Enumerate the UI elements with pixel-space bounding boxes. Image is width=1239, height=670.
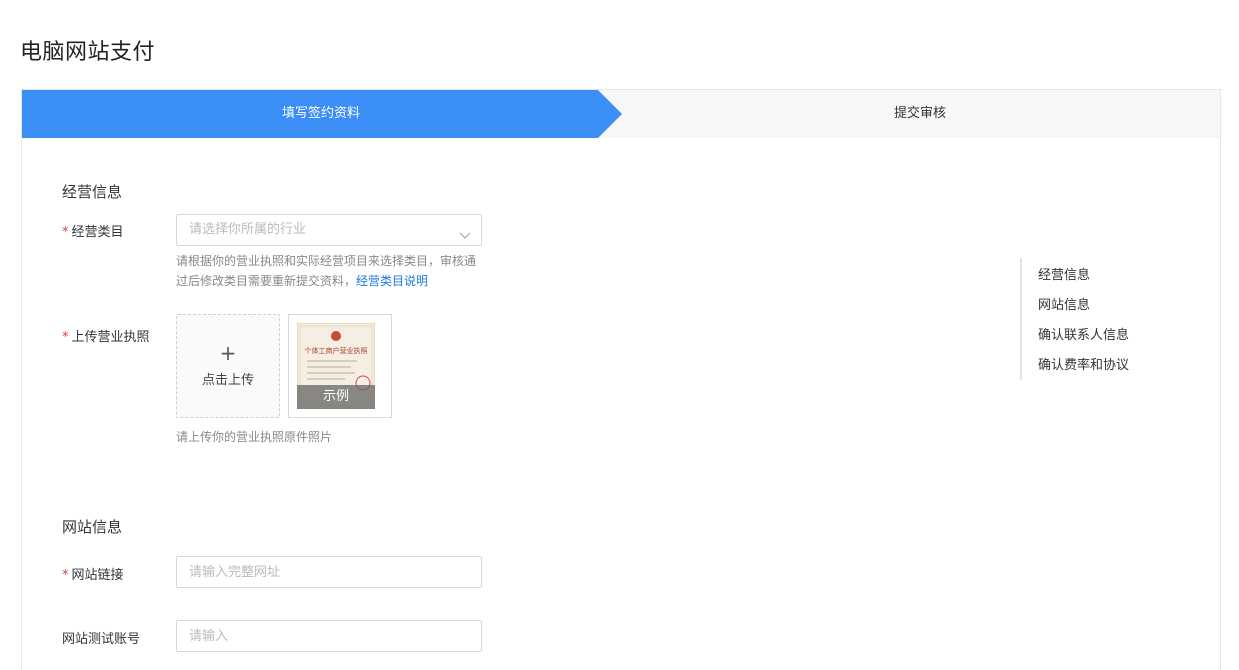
required-mark: * [62, 330, 69, 345]
step-submit-review[interactable]: 提交审核 [620, 90, 1220, 138]
side-nav-website[interactable]: 网站信息 [1038, 294, 1090, 313]
section-title-business: 经营信息 [62, 183, 123, 201]
category-select-placeholder: 请选择你所属的行业 [189, 222, 307, 237]
svg-text:个体工商户营业执照: 个体工商户营业执照 [305, 346, 368, 355]
license-upload-button[interactable]: + 点击上传 [176, 314, 280, 418]
page-title: 电脑网站支付 [20, 40, 156, 65]
category-hint: 请根据你的营业执照和实际经营项目来选择类目，审核通 过后修改类目需要重新提交资料… [176, 254, 477, 288]
step-bar: 填写签约资料 提交审核 [22, 90, 1220, 138]
category-select[interactable]: 请选择你所属的行业 [176, 214, 482, 246]
required-mark: * [62, 225, 69, 240]
category-help-link[interactable]: 经营类目说明 [356, 274, 428, 288]
plus-icon: + [219, 341, 237, 365]
license-example-image[interactable]: 个体工商户营业执照 示例 [288, 314, 392, 418]
license-label: * 上传营业执照 [62, 330, 150, 345]
example-caption: 示例 [297, 385, 375, 409]
website-url-label: * 网站链接 [62, 568, 124, 583]
category-label: * 经营类目 [62, 225, 124, 240]
side-nav-fee-agreement[interactable]: 确认费率和协议 [1038, 354, 1129, 373]
signup-panel: 填写签约资料 提交审核 经营信息 * 经营类目 请选择你所属的行业 请根据你的营业… [21, 89, 1221, 670]
section-title-website: 网站信息 [62, 518, 123, 536]
license-hint: 请上传你的营业执照原件照片 [176, 430, 333, 444]
upload-label: 点击上传 [201, 373, 254, 388]
side-nav-business[interactable]: 经营信息 [1038, 264, 1090, 283]
required-mark: * [62, 568, 69, 583]
step-fill-info[interactable]: 填写签约资料 [22, 90, 620, 138]
side-nav-contact[interactable]: 确认联系人信息 [1038, 324, 1129, 343]
side-anchor-nav: 经营信息 网站信息 确认联系人信息 确认费率和协议 [1020, 258, 1180, 380]
website-url-input[interactable] [176, 556, 482, 588]
test-account-input[interactable] [176, 620, 482, 652]
chevron-down-icon [459, 225, 471, 244]
test-account-label: 网站测试账号 [62, 632, 141, 647]
